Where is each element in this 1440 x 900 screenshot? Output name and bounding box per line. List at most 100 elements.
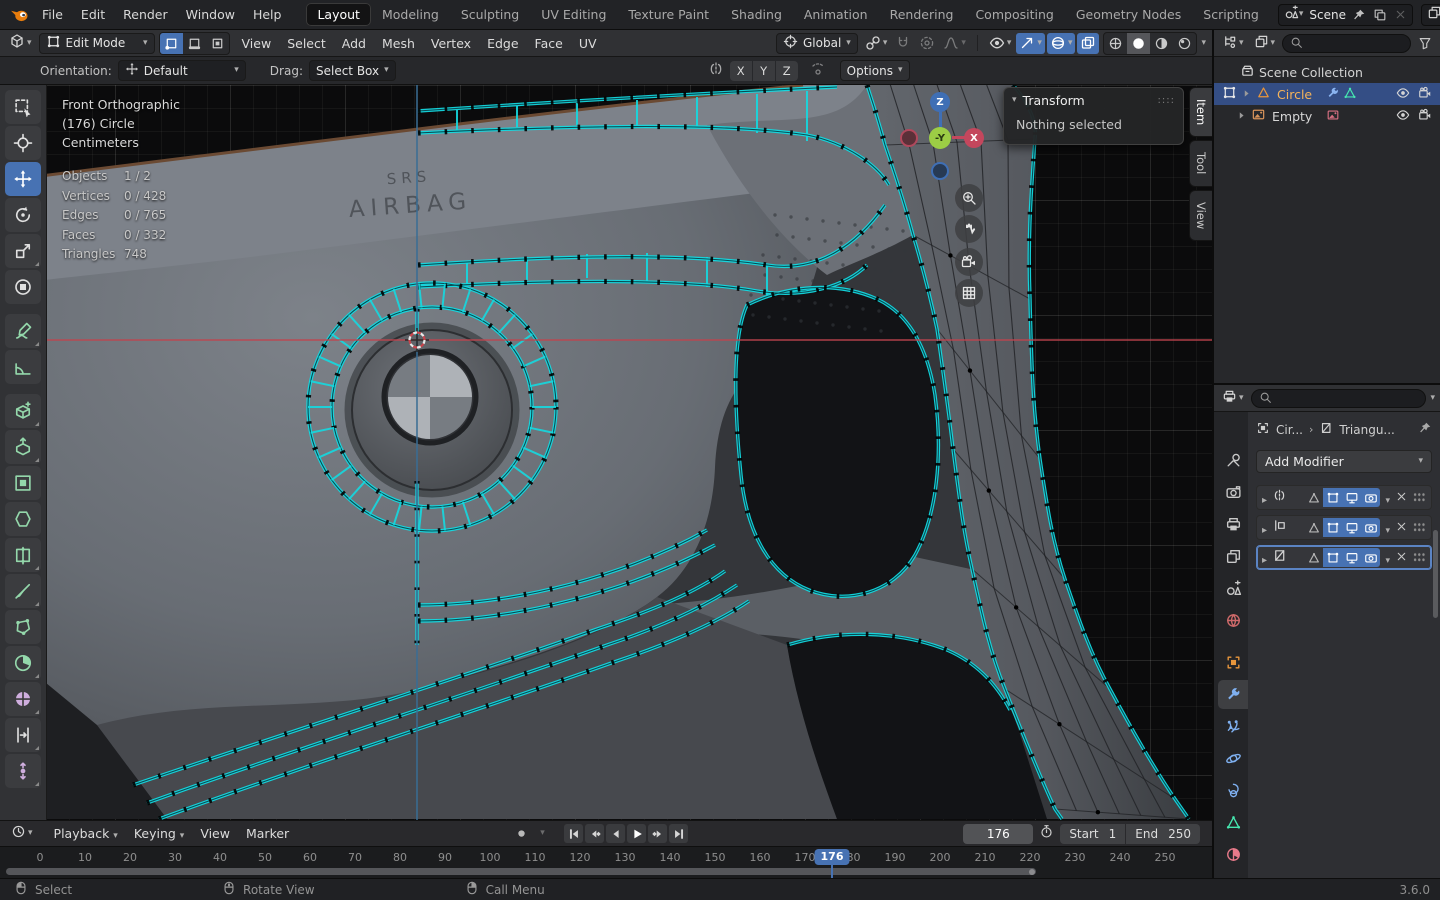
shading-dropdown-chevron[interactable]: ▾ <box>1201 39 1206 48</box>
tool-poly-build[interactable] <box>5 610 41 644</box>
modifier-row-triangulate[interactable]: ▸▾ <box>1256 545 1432 570</box>
camera-view-icon[interactable] <box>955 248 983 276</box>
pin-icon[interactable] <box>1418 421 1432 438</box>
orientation-dropdown[interactable]: Global ▾ <box>776 33 858 54</box>
workspace-tab-shading[interactable]: Shading <box>720 3 793 26</box>
tool-bevel[interactable] <box>5 502 41 536</box>
modifier-row-mirror[interactable]: ▸▾ <box>1256 485 1432 510</box>
realtime-icon[interactable] <box>1342 548 1361 567</box>
eye-icon[interactable] <box>1396 86 1410 103</box>
properties-scrollbar[interactable] <box>1433 530 1438 618</box>
filter-icon[interactable] <box>1415 33 1435 54</box>
viewport-3d[interactable]: SRS AIRBAG <box>0 85 1212 820</box>
eye-icon[interactable] <box>1396 108 1410 125</box>
mode-dropdown[interactable]: Edit Mode ▾ <box>39 33 155 54</box>
editmode-toggle-icon[interactable] <box>1323 488 1342 507</box>
cage-icon[interactable] <box>1304 548 1323 567</box>
playhead[interactable]: 176 <box>815 849 850 865</box>
menu-edit[interactable]: Edit <box>72 4 114 25</box>
modifier-close-icon[interactable] <box>1395 488 1408 507</box>
tool-edge-slide[interactable] <box>5 718 41 752</box>
overlays-icon[interactable]: ▾ <box>1047 33 1076 54</box>
copy-icon[interactable] <box>1372 7 1388 23</box>
properties-tab-particles[interactable] <box>1218 712 1248 741</box>
xray-icon[interactable] <box>1077 33 1099 54</box>
gizmo-axis-x-neg[interactable] <box>900 129 918 147</box>
expand-chevron-icon[interactable]: ▸ <box>1262 518 1267 537</box>
viewport-menu-vertex[interactable]: Vertex <box>423 33 479 54</box>
modifier-grip-icon[interactable] <box>1413 522 1426 533</box>
options-dropdown[interactable]: Options ▾ <box>840 60 910 81</box>
properties-tab-constraints[interactable] <box>1218 776 1248 805</box>
viewport-menu-edge[interactable]: Edge <box>479 33 526 54</box>
frame-start-field[interactable]: Start 1 <box>1060 824 1125 844</box>
hand-icon[interactable] <box>955 215 983 243</box>
close-icon[interactable] <box>1393 7 1408 22</box>
outliner-editor-button[interactable]: ▾ <box>1219 33 1247 54</box>
workspace-tab-texture-paint[interactable]: Texture Paint <box>617 3 720 26</box>
tool-select-box[interactable] <box>5 90 41 124</box>
timeline-editor-button[interactable]: ▾ <box>8 823 36 844</box>
current-frame-field[interactable]: 176 <box>963 824 1033 844</box>
tool-spin[interactable] <box>5 646 41 680</box>
drag-dropdown[interactable]: Select Box ▾ <box>309 60 396 81</box>
transport-jump-start[interactable] <box>564 824 583 843</box>
timeline-menu-marker[interactable]: Marker <box>238 823 297 844</box>
eye-icon[interactable]: ▾ <box>986 33 1015 54</box>
properties-tab-render[interactable] <box>1218 478 1248 507</box>
disclosure-icon[interactable] <box>1236 109 1247 124</box>
workspace-tab-rendering[interactable]: Rendering <box>879 3 965 26</box>
record-button[interactable] <box>512 824 531 843</box>
magnet-icon[interactable] <box>892 33 914 54</box>
menu-help[interactable]: Help <box>244 4 291 25</box>
tool-inset[interactable] <box>5 466 41 500</box>
modifier-extras-chevron[interactable]: ▾ <box>1385 518 1390 537</box>
gizmo-nav-icon[interactable]: ▾ <box>1016 33 1045 54</box>
pin-icon[interactable] <box>1351 7 1367 23</box>
properties-tab-physics[interactable] <box>1218 744 1248 773</box>
timeline-ruler[interactable]: 176 010203040506070809010011012013014015… <box>0 846 1212 878</box>
outliner-row-empty[interactable]: Empty <box>1214 105 1440 127</box>
tool-knife[interactable] <box>5 574 41 608</box>
tool-move[interactable] <box>5 162 41 196</box>
camera-restrict-icon[interactable] <box>1418 108 1432 125</box>
vertex-mode-icon[interactable] <box>160 33 183 54</box>
timeline-menu-keying[interactable]: Keying ▾ <box>126 823 193 844</box>
sidebar-tab-tool[interactable]: Tool <box>1189 140 1212 186</box>
editmode-toggle-icon[interactable] <box>1323 518 1342 537</box>
properties-options-chevron[interactable]: ▾ <box>1430 394 1435 403</box>
timeline-scrollbar[interactable] <box>6 868 1036 875</box>
gizmo-axis-z[interactable]: Z <box>930 92 950 112</box>
transport-key-prev[interactable] <box>585 824 604 843</box>
blender-logo-icon[interactable] <box>10 4 29 26</box>
prop-circle-icon[interactable] <box>916 33 938 54</box>
properties-tab-object[interactable] <box>1218 648 1248 677</box>
modifier-row-build[interactable]: ▸▾ <box>1256 515 1432 540</box>
properties-tab-object-data[interactable] <box>1218 808 1248 837</box>
render-toggle-icon[interactable] <box>1361 488 1380 507</box>
add-modifier-button[interactable]: Add Modifier ▾ <box>1256 450 1432 473</box>
cage-icon[interactable] <box>1304 518 1323 537</box>
snap-link-icon[interactable]: ▾ <box>862 33 891 54</box>
tool-smooth[interactable] <box>5 682 41 716</box>
face-mode-icon[interactable] <box>206 33 229 54</box>
modifier-grip-icon[interactable] <box>1413 492 1426 503</box>
timeline-menu-playback[interactable]: Playback ▾ <box>46 823 126 844</box>
viewport-menu-add[interactable]: Add <box>334 33 374 54</box>
frame-end-field[interactable]: End 250 <box>1126 824 1200 844</box>
grid-ortho-icon[interactable] <box>955 279 983 307</box>
outliner-row-circle[interactable]: Circle <box>1214 83 1440 105</box>
render-toggle-icon[interactable] <box>1361 518 1380 537</box>
shade-material-icon[interactable] <box>1150 33 1173 54</box>
tool-shrink-fatten[interactable] <box>5 754 41 788</box>
sidebar-tab-view[interactable]: View <box>1189 190 1212 241</box>
outliner-search-input[interactable] <box>1282 34 1411 53</box>
properties-tab-material[interactable] <box>1218 840 1248 869</box>
modifier-close-icon[interactable] <box>1395 518 1408 537</box>
render-toggle-icon[interactable] <box>1361 548 1380 567</box>
menu-render[interactable]: Render <box>114 4 177 25</box>
viewport-menu-select[interactable]: Select <box>279 33 334 54</box>
outliner-display-mode-button[interactable]: ▾ <box>1251 33 1279 54</box>
mirror-axis-y[interactable]: Y <box>753 61 775 81</box>
object-name[interactable]: Empty <box>1272 109 1312 124</box>
